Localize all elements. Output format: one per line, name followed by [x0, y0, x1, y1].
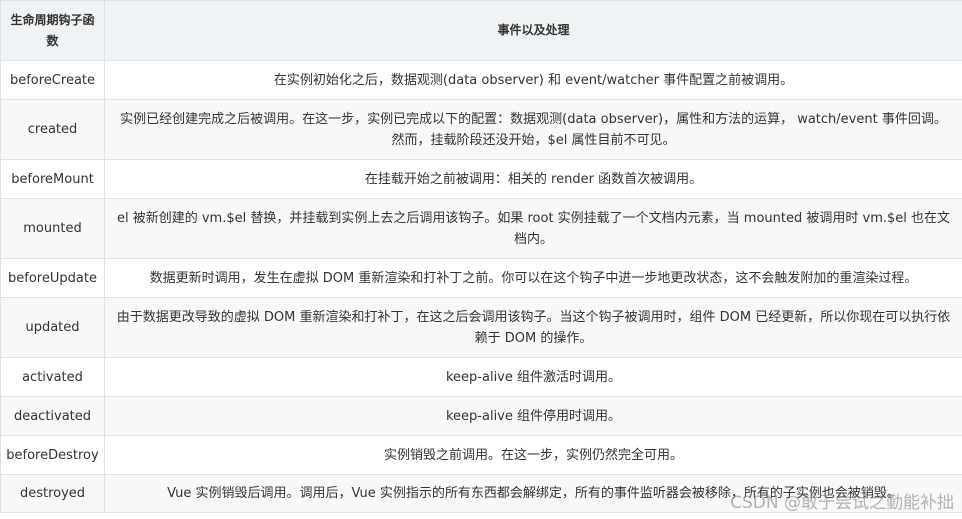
- hook-description: 实例销毁之前调用。在这一步，实例仍然完全可用。: [104, 435, 962, 475]
- table-row: activated keep-alive 组件激活时调用。: [0, 357, 962, 397]
- table-row: created 实例已经创建完成之后被调用。在这一步，实例已完成以下的配置：数据…: [0, 99, 962, 160]
- hook-name: beforeUpdate: [0, 258, 105, 298]
- header-hook-column: 生命周期钩子函数: [0, 0, 105, 61]
- table-row: beforeUpdate 数据更新时调用，发生在虚拟 DOM 重新渲染和打补丁之…: [0, 258, 962, 298]
- table-row: updated 由于数据更改导致的虚拟 DOM 重新渲染和打补丁，在这之后会调用…: [0, 297, 962, 358]
- page: 生命周期钩子函数 事件以及处理 beforeCreate 在实例初始化之后，数据…: [0, 0, 962, 519]
- hook-name: deactivated: [0, 396, 105, 436]
- hook-name: beforeDestroy: [0, 435, 105, 475]
- header-event-column: 事件以及处理: [104, 0, 962, 61]
- table-row: mounted el 被新创建的 vm.$el 替换，并挂载到实例上去之后调用该…: [0, 198, 962, 259]
- table-row: beforeCreate 在实例初始化之后，数据观测(data observer…: [0, 60, 962, 100]
- hook-name: created: [0, 99, 105, 160]
- hook-description: 在挂载开始之前被调用：相关的 render 函数首次被调用。: [104, 159, 962, 199]
- table-row: beforeDestroy 实例销毁之前调用。在这一步，实例仍然完全可用。: [0, 435, 962, 475]
- hook-description: Vue 实例销毁后调用。调用后，Vue 实例指示的所有东西都会解绑定，所有的事件…: [104, 474, 962, 513]
- hook-description: 数据更新时调用，发生在虚拟 DOM 重新渲染和打补丁之前。你可以在这个钩子中进一…: [104, 258, 962, 298]
- hook-name: beforeCreate: [0, 60, 105, 100]
- hook-name: updated: [0, 297, 105, 358]
- table-row: beforeMount 在挂载开始之前被调用：相关的 render 函数首次被调…: [0, 159, 962, 199]
- hook-description: 由于数据更改导致的虚拟 DOM 重新渲染和打补丁，在这之后会调用该钩子。当这个钩…: [104, 297, 962, 358]
- hook-description: 实例已经创建完成之后被调用。在这一步，实例已完成以下的配置：数据观测(data …: [104, 99, 962, 160]
- hook-description: keep-alive 组件停用时调用。: [104, 396, 962, 436]
- hook-name: activated: [0, 357, 105, 397]
- table-row: deactivated keep-alive 组件停用时调用。: [0, 396, 962, 436]
- table-row: destroyed Vue 实例销毁后调用。调用后，Vue 实例指示的所有东西都…: [0, 474, 962, 513]
- hook-description: el 被新创建的 vm.$el 替换，并挂载到实例上去之后调用该钩子。如果 ro…: [104, 198, 962, 259]
- header-row: 生命周期钩子函数 事件以及处理: [0, 0, 962, 61]
- hook-description: keep-alive 组件激活时调用。: [104, 357, 962, 397]
- hook-name: mounted: [0, 198, 105, 259]
- lifecycle-hooks-table: 生命周期钩子函数 事件以及处理 beforeCreate 在实例初始化之后，数据…: [0, 0, 962, 513]
- hook-description: 在实例初始化之后，数据观测(data observer) 和 event/wat…: [104, 60, 962, 100]
- hook-name: beforeMount: [0, 159, 105, 199]
- hook-name: destroyed: [0, 474, 105, 513]
